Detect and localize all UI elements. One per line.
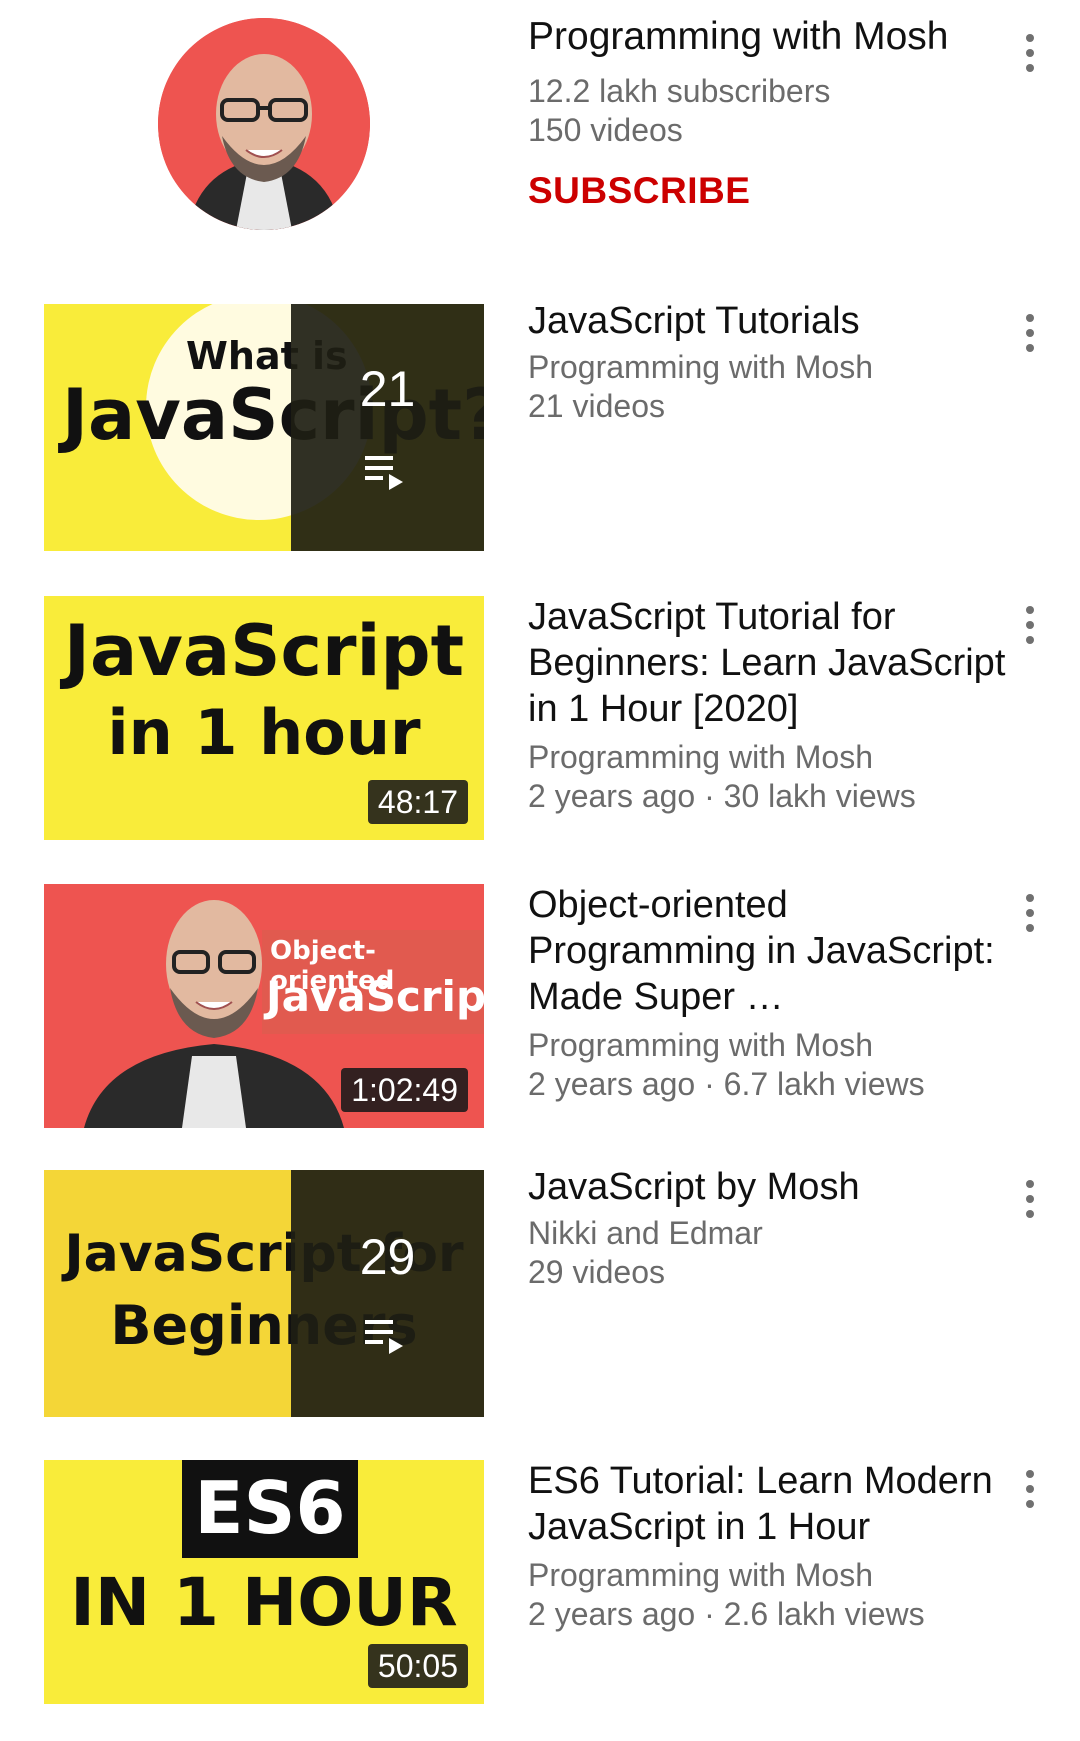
thumbnail[interactable]: Object-oriented JavaScript 1:02:49	[44, 884, 484, 1128]
thumbnail-text-top: ES6	[194, 1466, 346, 1550]
item-title[interactable]: ES6 Tutorial: Learn Modern JavaScript in…	[528, 1458, 1008, 1550]
item-title[interactable]: JavaScript Tutorials	[528, 298, 1008, 344]
thumbnail[interactable]: JavaScript for Beginners 29	[44, 1170, 484, 1417]
list-item[interactable]: Object-oriented JavaScript 1:02:49 Objec…	[0, 884, 1080, 1134]
item-meta: 2 years ago · 6.7 lakh views	[528, 1066, 925, 1102]
duration-badge: 50:05	[367, 1644, 468, 1688]
playlist-play-icon	[365, 456, 403, 490]
thumbnail-text-sub: in 1 hour	[107, 696, 421, 769]
playlist-count: 29	[359, 1229, 416, 1285]
thumbnail-text-main: IN 1 HOUR	[70, 1564, 458, 1641]
thumbnail[interactable]: ES6 IN 1 HOUR 50:05	[44, 1460, 484, 1704]
item-info: ES6 Tutorial: Learn Modern JavaScript in…	[528, 1458, 1008, 1634]
item-channel[interactable]: Programming with Mosh	[528, 738, 1008, 777]
item-title[interactable]: JavaScript by Mosh	[528, 1164, 1008, 1210]
subscribe-button[interactable]: SUBSCRIBE	[528, 170, 1008, 212]
list-item[interactable]: What is JavaScript? 21 JavaScript Tutori…	[0, 300, 1080, 554]
playlist-play-icon	[365, 1320, 403, 1354]
item-meta: 29 videos	[528, 1254, 665, 1290]
avatar-portrait	[158, 18, 370, 230]
playlist-overlay: 29	[291, 1170, 484, 1417]
thumbnail-text-main: JavaScript	[63, 610, 465, 692]
item-meta: 21 videos	[528, 388, 665, 424]
more-vert-icon[interactable]	[1018, 890, 1042, 936]
item-info: JavaScript by Mosh Nikki and Edmar 29 vi…	[528, 1164, 1008, 1292]
duration-badge: 48:17	[367, 780, 468, 824]
channel-subscribers: 12.2 lakh subscribers	[528, 73, 831, 109]
channel-info: Programming with Mosh 12.2 lakh subscrib…	[528, 14, 1008, 212]
item-info: JavaScript Tutorial for Beginners: Learn…	[528, 594, 1008, 816]
more-vert-icon[interactable]	[1018, 602, 1042, 648]
item-channel[interactable]: Programming with Mosh	[528, 1026, 1008, 1065]
item-title[interactable]: JavaScript Tutorial for Beginners: Learn…	[528, 594, 1008, 732]
item-channel[interactable]: Programming with Mosh	[528, 1556, 1008, 1595]
more-vert-icon[interactable]	[1018, 1466, 1042, 1512]
item-channel[interactable]: Programming with Mosh	[528, 348, 1008, 387]
item-meta: 2 years ago · 30 lakh views	[528, 778, 916, 814]
item-info: JavaScript Tutorials Programming with Mo…	[528, 298, 1008, 426]
more-vert-icon[interactable]	[1018, 310, 1042, 356]
channel-header: Programming with Mosh 12.2 lakh subscrib…	[0, 0, 1080, 240]
channel-video-count: 150 videos	[528, 112, 683, 148]
list-item[interactable]: JavaScript for Beginners 29 JavaScript b…	[0, 1166, 1080, 1420]
duration-badge: 1:02:49	[341, 1068, 468, 1112]
item-title[interactable]: Object-oriented Programming in JavaScrip…	[528, 882, 1008, 1020]
item-channel[interactable]: Nikki and Edmar	[528, 1214, 1008, 1253]
list-item[interactable]: ES6 IN 1 HOUR 50:05 ES6 Tutorial: Learn …	[0, 1460, 1080, 1710]
thumbnail-text-main: JavaScript	[266, 972, 484, 1021]
playlist-count: 21	[359, 361, 416, 417]
list-item[interactable]: JavaScript in 1 hour 48:17 JavaScript Tu…	[0, 596, 1080, 846]
item-info: Object-oriented Programming in JavaScrip…	[528, 882, 1008, 1104]
more-vert-icon[interactable]	[1018, 1176, 1042, 1222]
channel-name[interactable]: Programming with Mosh	[528, 14, 1008, 60]
thumbnail[interactable]: JavaScript in 1 hour 48:17	[44, 596, 484, 840]
more-vert-icon[interactable]	[1018, 30, 1042, 76]
playlist-overlay: 21	[291, 304, 484, 551]
channel-avatar[interactable]	[158, 18, 370, 230]
thumbnail[interactable]: What is JavaScript? 21	[44, 304, 484, 551]
item-meta: 2 years ago · 2.6 lakh views	[528, 1596, 925, 1632]
